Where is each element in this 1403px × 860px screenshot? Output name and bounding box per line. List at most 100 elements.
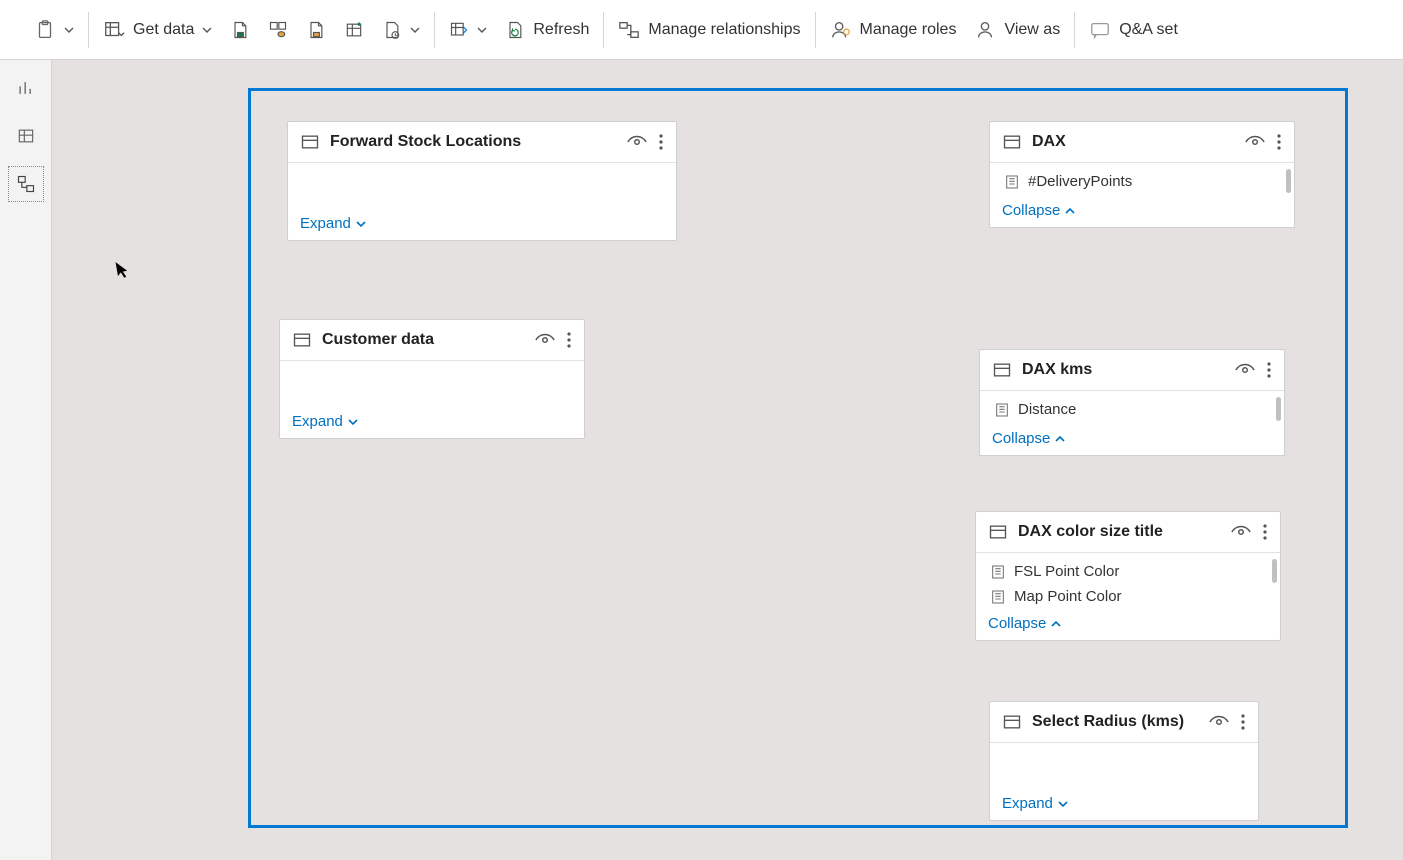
transform-icon — [449, 20, 469, 40]
cursor-icon — [114, 259, 131, 281]
refresh-button[interactable]: Refresh — [505, 20, 589, 40]
recent-sources-button[interactable] — [382, 20, 420, 40]
chevron-down-icon — [1057, 798, 1069, 810]
data-view-icon — [16, 126, 36, 146]
model-view-button[interactable] — [8, 166, 44, 202]
visibility-button[interactable] — [626, 134, 648, 150]
expand-collapse-toggle[interactable]: Expand — [292, 413, 359, 430]
ribbon-toolbar: Get data — [0, 0, 1403, 60]
manage-relationships-label: Manage relationships — [648, 21, 800, 39]
more-options-button[interactable] — [1240, 713, 1246, 731]
more-options-button[interactable] — [1262, 523, 1268, 541]
expand-collapse-toggle[interactable]: Collapse — [988, 615, 1062, 632]
manage-roles-button[interactable]: Manage roles — [830, 19, 957, 41]
view-as-label: View as — [1004, 21, 1060, 39]
expand-collapse-toggle[interactable]: Expand — [300, 215, 367, 232]
model-view-icon — [16, 174, 36, 194]
table-card-radius[interactable]: Select Radius (kms) Expand — [989, 701, 1259, 821]
table-title: DAX kms — [1022, 361, 1224, 379]
table-card-header[interactable]: Forward Stock Locations — [288, 122, 676, 163]
excel-icon — [230, 20, 250, 40]
visibility-button[interactable] — [1244, 134, 1266, 150]
measure-icon — [994, 402, 1010, 418]
more-options-button[interactable] — [1276, 133, 1282, 151]
more-icon — [1240, 713, 1246, 731]
field-name: FSL Point Color — [1014, 563, 1119, 580]
table-icon-wrap — [992, 360, 1012, 380]
visibility-button[interactable] — [1208, 714, 1230, 730]
enter-data-button[interactable] — [344, 20, 364, 40]
visibility-icon — [1244, 134, 1266, 150]
table-card-header[interactable]: DAX — [990, 122, 1294, 163]
table-card-daxcolor[interactable]: DAX color size title FSL Point Color Map P… — [975, 511, 1281, 641]
table-field[interactable]: #DeliveryPoints — [990, 169, 1294, 194]
more-options-button[interactable] — [1266, 361, 1272, 379]
visibility-button[interactable] — [534, 332, 556, 348]
refresh-icon — [505, 20, 525, 40]
visibility-button[interactable] — [1230, 524, 1252, 540]
table-card-daxkms[interactable]: DAX kms Distance Collapse — [979, 349, 1285, 456]
expand-collapse-toggle[interactable]: Collapse — [1002, 202, 1076, 219]
chevron-up-icon — [1050, 618, 1062, 630]
more-options-button[interactable] — [566, 331, 572, 349]
table-card-footer: Expand — [990, 789, 1258, 820]
measure-icon — [990, 564, 1006, 580]
transform-data-button[interactable] — [449, 20, 487, 40]
view-as-button[interactable]: View as — [974, 19, 1060, 41]
data-view-button[interactable] — [8, 118, 44, 154]
report-view-button[interactable] — [8, 70, 44, 106]
table-card-header[interactable]: Customer data — [280, 320, 584, 361]
table-card-header[interactable]: DAX color size title — [976, 512, 1280, 553]
table-icon-wrap — [292, 330, 312, 350]
table-card-footer: Expand — [288, 209, 676, 240]
toggle-label: Collapse — [992, 430, 1050, 447]
table-fields-list: FSL Point Color Map Point Color — [976, 553, 1280, 609]
scrollbar-thumb[interactable] — [1272, 559, 1277, 583]
scrollbar-thumb[interactable] — [1286, 169, 1291, 193]
get-data-icon — [103, 19, 125, 41]
visibility-button[interactable] — [1234, 362, 1256, 378]
sql-server-button[interactable] — [306, 20, 326, 40]
measure-icon — [990, 589, 1006, 605]
chevron-up-icon — [1064, 205, 1076, 217]
table-title: Select Radius (kms) — [1032, 713, 1198, 731]
chevron-down-icon — [202, 25, 212, 35]
table-card-header[interactable]: Select Radius (kms) — [990, 702, 1258, 743]
relationships-icon — [618, 19, 640, 41]
more-options-button[interactable] — [658, 133, 664, 151]
more-icon — [1262, 523, 1268, 541]
mouse-cursor — [114, 259, 131, 281]
table-card-fsl[interactable]: Forward Stock Locations Expand — [287, 121, 677, 241]
recent-icon — [382, 20, 402, 40]
refresh-label: Refresh — [533, 21, 589, 39]
field-name: #DeliveryPoints — [1028, 173, 1132, 190]
expand-collapse-toggle[interactable]: Expand — [1002, 795, 1069, 812]
roles-icon — [830, 19, 852, 41]
toggle-label: Expand — [292, 413, 343, 430]
clipboard-paste-button[interactable] — [34, 19, 74, 41]
expand-collapse-toggle[interactable]: Collapse — [992, 430, 1066, 447]
manage-relationships-button[interactable]: Manage relationships — [618, 19, 800, 41]
visibility-icon — [534, 332, 556, 348]
data-hub-button[interactable] — [268, 20, 288, 40]
excel-workbook-button[interactable] — [230, 20, 250, 40]
table-fields-empty — [288, 163, 676, 209]
table-icon — [1002, 132, 1022, 152]
table-field[interactable]: Map Point Color — [976, 584, 1280, 609]
model-selection-frame[interactable]: Forward Stock Locations Expand Customer d… — [248, 88, 1348, 828]
get-data-button[interactable]: Get data — [103, 19, 212, 41]
toggle-label: Collapse — [988, 615, 1046, 632]
model-canvas[interactable]: Forward Stock Locations Expand Customer d… — [52, 60, 1403, 860]
table-card-dax[interactable]: DAX #DeliveryPoints Collapse — [989, 121, 1295, 228]
chevron-down-icon — [477, 25, 487, 35]
table-card-cust[interactable]: Customer data Expand — [279, 319, 585, 439]
table-card-footer: Collapse — [976, 609, 1280, 640]
qna-setup-button[interactable]: Q&A set — [1089, 19, 1178, 41]
table-fields-empty — [280, 361, 584, 407]
scrollbar-thumb[interactable] — [1276, 397, 1281, 421]
chevron-up-icon — [1054, 433, 1066, 445]
table-field[interactable]: FSL Point Color — [976, 559, 1280, 584]
table-field[interactable]: Distance — [980, 397, 1284, 422]
table-card-header[interactable]: DAX kms — [980, 350, 1284, 391]
more-icon — [566, 331, 572, 349]
